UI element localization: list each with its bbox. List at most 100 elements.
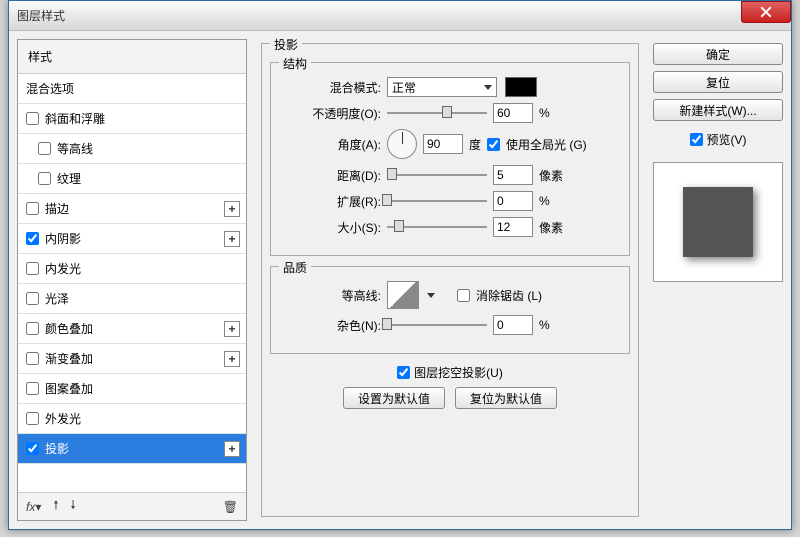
style-checkbox[interactable] [26,352,39,365]
style-label: 内阴影 [45,230,81,247]
reset-default-button[interactable]: 复位为默认值 [455,387,557,409]
style-label: 颜色叠加 [45,320,93,337]
styles-header[interactable]: 样式 [18,40,246,74]
style-checkbox[interactable] [26,202,39,215]
noise-input[interactable] [493,315,533,335]
knockout-label: 图层挖空投影(U) [414,364,503,381]
style-item-1[interactable]: 等高线 [18,134,246,164]
chevron-down-icon[interactable] [427,293,435,298]
style-checkbox[interactable] [26,412,39,425]
global-light-checkbox[interactable] [487,138,500,151]
style-label: 图案叠加 [45,380,93,397]
window-title: 图层样式 [17,7,65,24]
effect-settings: 投影 结构 混合模式: 正常 不透明度(O): % [255,39,645,521]
move-down-icon[interactable]: 🠗 [71,496,76,517]
spread-label: 扩展(R): [281,193,381,210]
style-item-10[interactable]: 外发光 [18,404,246,434]
style-item-7[interactable]: 颜色叠加 + [18,314,246,344]
noise-label: 杂色(N): [281,317,381,334]
size-label: 大小(S): [281,219,381,236]
preview-label: 预览(V) [707,131,747,148]
preview-checkbox[interactable] [690,133,703,146]
style-label: 投影 [45,440,69,457]
distance-input[interactable] [493,165,533,185]
action-buttons: 确定 复位 新建样式(W)... 预览(V) [653,39,783,521]
ok-button[interactable]: 确定 [653,43,783,65]
spread-input[interactable] [493,191,533,211]
style-checkbox[interactable] [26,292,39,305]
style-item-11[interactable]: 投影 + [18,434,246,464]
distance-label: 距离(D): [281,167,381,184]
style-checkbox[interactable] [38,142,51,155]
style-label: 纹理 [57,170,81,187]
add-effect-icon[interactable]: + [224,441,240,457]
style-label: 内发光 [45,260,81,277]
style-item-6[interactable]: 光泽 [18,284,246,314]
spread-slider[interactable] [387,194,487,208]
style-label: 等高线 [57,140,93,157]
opacity-slider[interactable] [387,106,487,120]
opacity-input[interactable] [493,103,533,123]
styles-list: 样式 混合选项 斜面和浮雕等高线纹理描边 + 内阴影 + 内发光光泽颜色叠加 + 渐变叠加 +… [18,40,246,492]
contour-label: 等高线: [281,287,381,304]
style-checkbox[interactable] [26,112,39,125]
angle-input[interactable] [423,134,463,154]
global-light-label: 使用全局光 (G) [506,136,587,153]
noise-slider[interactable] [387,318,487,332]
style-item-4[interactable]: 内阴影 + [18,224,246,254]
style-item-9[interactable]: 图案叠加 [18,374,246,404]
layer-style-dialog: 图层样式 样式 混合选项 斜面和浮雕等高线纹理描边 + 内阴影 + 内发光光泽颜色叠加 +… [8,0,792,530]
style-checkbox[interactable] [26,262,39,275]
antialias-checkbox[interactable] [457,289,470,302]
style-item-8[interactable]: 渐变叠加 + [18,344,246,374]
style-label: 外发光 [45,410,81,427]
size-input[interactable] [493,217,533,237]
preview-box [653,162,783,282]
style-label: 描边 [45,200,69,217]
add-effect-icon[interactable]: + [224,351,240,367]
quality-group: 品质 等高线: 消除锯齿 (L) 杂色(N): % [270,266,630,354]
blend-mode-dropdown[interactable]: 正常 [387,77,497,97]
contour-picker[interactable] [387,281,419,309]
style-checkbox[interactable] [26,442,39,455]
styles-sidebar: 样式 混合选项 斜面和浮雕等高线纹理描边 + 内阴影 + 内发光光泽颜色叠加 + 渐变叠加 +… [17,39,247,521]
style-item-2[interactable]: 纹理 [18,164,246,194]
sidebar-footer: fx▾ 🠕 🠗 🗑 [18,492,246,520]
shadow-color-swatch[interactable] [505,77,537,97]
opacity-label: 不透明度(O): [281,105,381,122]
new-style-button[interactable]: 新建样式(W)... [653,99,783,121]
blend-mode-label: 混合模式: [281,79,381,96]
style-label: 光泽 [45,290,69,307]
angle-dial[interactable] [387,129,417,159]
move-up-icon[interactable]: 🠕 [53,496,58,517]
fx-menu-icon[interactable]: fx▾ [26,500,41,514]
make-default-button[interactable]: 设置为默认值 [343,387,445,409]
style-checkbox[interactable] [38,172,51,185]
cancel-button[interactable]: 复位 [653,71,783,93]
style-item-0[interactable]: 斜面和浮雕 [18,104,246,134]
titlebar[interactable]: 图层样式 [9,1,791,31]
style-checkbox[interactable] [26,382,39,395]
angle-label: 角度(A): [281,136,381,153]
style-checkbox[interactable] [26,322,39,335]
trash-icon[interactable]: 🗑 [223,500,238,514]
preview-swatch [683,187,753,257]
distance-slider[interactable] [387,168,487,182]
size-slider[interactable] [387,220,487,234]
blending-options[interactable]: 混合选项 [18,74,246,104]
add-effect-icon[interactable]: + [224,231,240,247]
style-label: 渐变叠加 [45,350,93,367]
add-effect-icon[interactable]: + [224,321,240,337]
style-item-3[interactable]: 描边 + [18,194,246,224]
style-label: 斜面和浮雕 [45,110,105,127]
style-item-5[interactable]: 内发光 [18,254,246,284]
content: 样式 混合选项 斜面和浮雕等高线纹理描边 + 内阴影 + 内发光光泽颜色叠加 + 渐变叠加 +… [9,31,791,529]
add-effect-icon[interactable]: + [224,201,240,217]
style-checkbox[interactable] [26,232,39,245]
close-button[interactable] [741,1,791,23]
close-icon [760,6,772,18]
knockout-checkbox[interactable] [397,366,410,379]
structure-group: 结构 混合模式: 正常 不透明度(O): % 角度(A): [270,62,630,256]
panel-title: 投影 [270,36,302,53]
antialias-label: 消除锯齿 (L) [476,287,542,304]
